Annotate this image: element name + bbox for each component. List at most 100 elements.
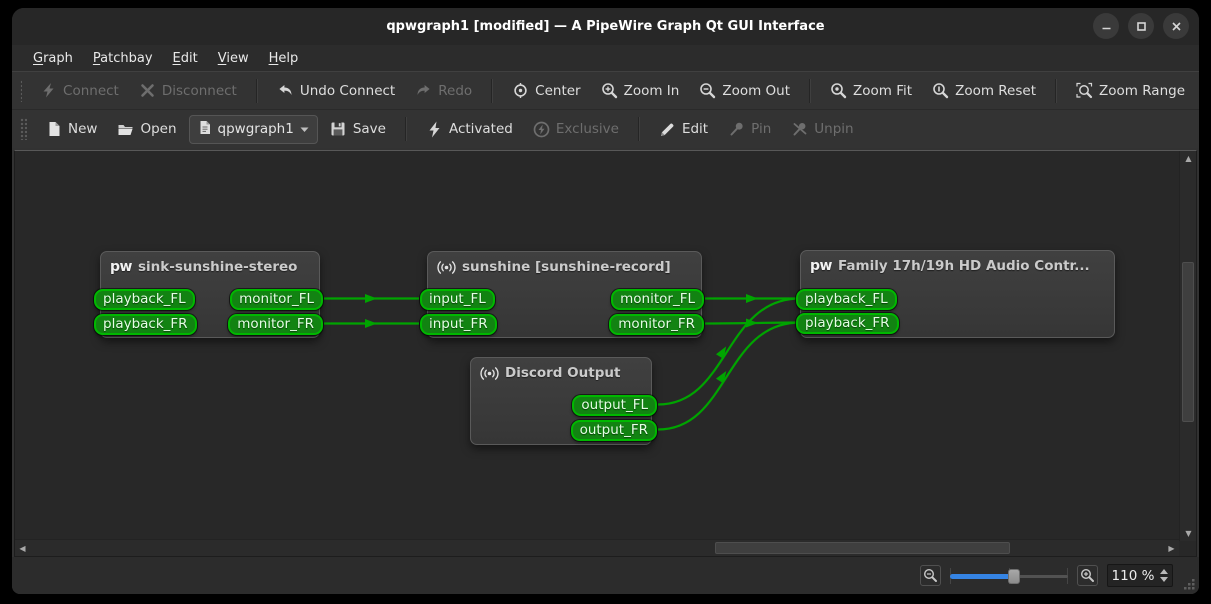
exclusive-button[interactable]: Exclusive [525, 116, 627, 143]
graph-viewport[interactable]: pw sink-sunshine-stereo playback_FL play… [15, 151, 1179, 539]
current-patchbay-label: qpwgraph1 [218, 121, 294, 137]
zoom-slider[interactable] [950, 567, 1068, 585]
horizontal-scrollbar[interactable]: ◀ ▶ [15, 539, 1179, 556]
undo-label: Undo Connect [300, 83, 395, 99]
activated-button[interactable]: Activated [418, 116, 521, 143]
menu-graph[interactable]: Graph [24, 48, 82, 69]
window-title: qpwgraph1 [modified] — A PipeWire Graph … [12, 19, 1199, 34]
statusbar-zoom-out-button[interactable] [920, 565, 941, 586]
node-title-text: sunshine [sunshine-record] [462, 259, 671, 275]
node-family-hd-audio[interactable]: pw Family 17h/19h HD Audio Contr... play… [800, 250, 1115, 338]
center-button[interactable]: Center [504, 77, 588, 104]
statusbar-zoom-in-button[interactable] [1077, 565, 1098, 586]
port-playback_FL[interactable]: playback_FL [94, 289, 195, 310]
zoom-out-button[interactable]: Zoom Out [691, 77, 798, 104]
vertical-scroll-thumb[interactable] [1182, 262, 1194, 422]
toolbar-separator [638, 117, 640, 141]
node-sink-sunshine-stereo[interactable]: pw sink-sunshine-stereo playback_FL play… [100, 251, 320, 338]
redo-icon [415, 82, 432, 99]
node-title: pw sink-sunshine-stereo [101, 252, 319, 275]
scroll-down-arrow[interactable]: ▼ [1181, 526, 1196, 541]
maximize-button[interactable] [1128, 13, 1154, 39]
toolbar-separator [491, 79, 493, 103]
toolbar-separator [256, 79, 258, 103]
port-output_FR[interactable]: output_FR [571, 420, 657, 441]
open-label: Open [140, 121, 176, 137]
node-discord-output[interactable]: Discord Output output_FL output_FR [470, 357, 652, 445]
connection-outputFR-playbackFR[interactable] [658, 323, 800, 430]
redo-button[interactable]: Redo [407, 77, 480, 104]
minimize-icon [1101, 21, 1112, 32]
scroll-right-arrow[interactable]: ▶ [1164, 541, 1179, 556]
toolbar-separator [405, 117, 407, 141]
undo-connect-button[interactable]: Undo Connect [269, 77, 403, 104]
port-playback_FR[interactable]: playback_FR [94, 314, 197, 335]
exclusive-label: Exclusive [556, 121, 619, 137]
port-monitor_FL[interactable]: monitor_FL [611, 289, 704, 310]
toolbar-drag-handle[interactable] [20, 80, 22, 102]
unpin-button[interactable]: Unpin [783, 116, 861, 143]
port-monitor_FR[interactable]: monitor_FR [609, 314, 704, 335]
connect-button[interactable]: Connect [32, 77, 127, 104]
new-label: New [68, 121, 97, 137]
port-input_FL[interactable]: input_FL [420, 289, 495, 310]
menu-help[interactable]: Help [260, 48, 308, 69]
save-icon [330, 121, 347, 138]
resize-grip[interactable] [1182, 577, 1196, 591]
activated-bolt-icon [426, 121, 443, 138]
disconnect-icon [139, 82, 156, 99]
graph-canvas[interactable]: pw sink-sunshine-stereo playback_FL play… [14, 150, 1197, 557]
patchbay-file-dropdown[interactable]: qpwgraph1 [189, 115, 318, 144]
zoom-reset-button[interactable]: Zoom Reset [924, 77, 1044, 104]
pin-button[interactable]: Pin [720, 116, 779, 143]
port-monitor_FL[interactable]: monitor_FL [230, 289, 323, 310]
menu-patchbay[interactable]: Patchbay [84, 48, 162, 69]
horizontal-scroll-thumb[interactable] [715, 542, 1010, 554]
scroll-left-arrow[interactable]: ◀ [15, 541, 30, 556]
port-input_FR[interactable]: input_FR [420, 314, 497, 335]
node-sunshine[interactable]: sunshine [sunshine-record] input_FL inpu… [427, 251, 702, 338]
slider-fill [950, 574, 1013, 579]
disconnect-button[interactable]: Disconnect [131, 77, 245, 104]
unpin-label: Unpin [814, 121, 853, 137]
menu-view[interactable]: View [209, 48, 258, 69]
app-window: qpwgraph1 [modified] — A PipeWire Graph … [12, 8, 1199, 594]
port-playback_FR[interactable]: playback_FR [796, 313, 899, 334]
spin-up-arrow[interactable] [1160, 569, 1168, 574]
vertical-scrollbar[interactable]: ▲ ▼ [1179, 151, 1196, 541]
zoom-spinbox[interactable]: 110 % [1107, 564, 1173, 587]
minimize-button[interactable] [1093, 13, 1119, 39]
zoom-range-button[interactable]: Zoom Range [1068, 77, 1193, 104]
open-folder-icon [117, 121, 134, 138]
edit-pencil-icon [659, 121, 676, 138]
disconnect-label: Disconnect [162, 83, 237, 99]
toolbar-separator [809, 79, 811, 103]
menu-edit[interactable]: Edit [164, 48, 207, 69]
zoom-fit-icon [830, 82, 847, 99]
zoom-in-button[interactable]: Zoom In [593, 77, 688, 104]
save-button[interactable]: Save [322, 116, 394, 143]
toolbar-drag-handle[interactable] [20, 118, 27, 140]
open-button[interactable]: Open [109, 116, 184, 143]
new-button[interactable]: New [37, 116, 105, 143]
zoom-range-icon [1076, 82, 1093, 99]
pipewire-icon: pw [110, 260, 132, 274]
close-button[interactable] [1163, 13, 1189, 39]
center-label: Center [535, 83, 580, 99]
unpin-icon [791, 121, 808, 138]
slider-handle[interactable] [1008, 569, 1020, 584]
node-title: Discord Output [471, 358, 651, 381]
port-output_FL[interactable]: output_FL [572, 395, 657, 416]
stream-icon [437, 260, 456, 275]
port-monitor_FR[interactable]: monitor_FR [228, 314, 323, 335]
pipewire-icon: pw [810, 259, 832, 273]
statusbar: 110 % [12, 557, 1199, 594]
titlebar[interactable]: qpwgraph1 [modified] — A PipeWire Graph … [12, 8, 1199, 45]
port-playback_FL[interactable]: playback_FL [796, 289, 897, 310]
edit-button[interactable]: Edit [651, 116, 716, 143]
scroll-up-arrow[interactable]: ▲ [1181, 151, 1196, 166]
zoom-fit-button[interactable]: Zoom Fit [822, 77, 920, 104]
zoom-reset-label: Zoom Reset [955, 83, 1036, 99]
spin-down-arrow[interactable] [1160, 577, 1168, 582]
maximize-icon [1136, 21, 1147, 32]
